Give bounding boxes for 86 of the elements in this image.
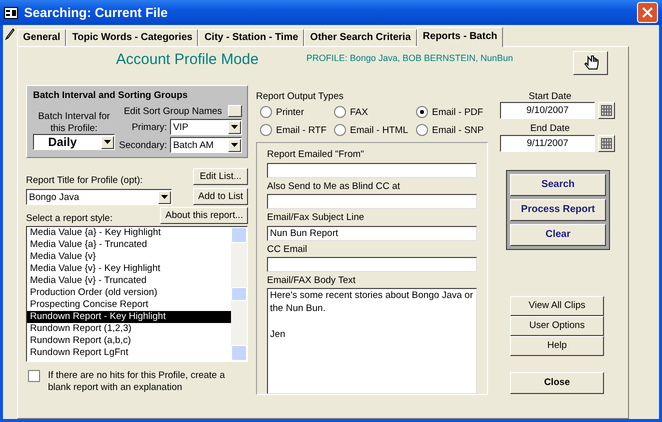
- side-button[interactable]: Help: [510, 336, 604, 356]
- profile-text: PROFILE: Bongo Java, BOB BERNSTEIN, NunBun: [306, 53, 513, 64]
- list-item[interactable]: Rundown Report (a,b,c): [27, 335, 231, 348]
- dropdown[interactable]: Daily: [33, 134, 115, 150]
- calendar-button[interactable]: [598, 102, 615, 120]
- field-label: Email/FAX Body Text: [267, 274, 357, 286]
- edit-button[interactable]: [228, 105, 242, 118]
- caret-icon: [228, 138, 242, 152]
- list-item[interactable]: Media Value {v} - Truncated: [27, 275, 231, 288]
- close-icon: [642, 7, 653, 18]
- date-field[interactable]: 9/10/2007: [500, 102, 595, 120]
- radio-option[interactable]: Email - SNP: [416, 124, 492, 136]
- list-item[interactable]: Rundown Report LgFnt: [27, 347, 231, 360]
- list-item[interactable]: Rundown Report (1,2,3): [27, 323, 231, 336]
- radio-option[interactable]: Email - PDF: [416, 106, 492, 118]
- list-item[interactable]: Media Value {a} - Key Highlight: [27, 227, 231, 240]
- radio-button[interactable]: [416, 124, 428, 136]
- hand-icon: [582, 54, 600, 72]
- input-field[interactable]: [267, 256, 477, 272]
- radio-button[interactable]: [260, 106, 272, 118]
- calendar-icon: [601, 105, 612, 116]
- caret-icon: [158, 190, 171, 204]
- field-label: CC Email: [267, 244, 308, 255]
- field-label: Email/Fax Subject Line: [267, 212, 366, 224]
- input-field[interactable]: [267, 194, 477, 210]
- tab[interactable]: Other Search Criteria: [304, 29, 417, 46]
- close-button[interactable]: [637, 2, 658, 23]
- list-item[interactable]: Production Order (old version): [27, 287, 231, 300]
- dropdown[interactable]: Bongo Java: [26, 189, 172, 206]
- action-button[interactable]: Clear: [510, 224, 606, 246]
- pencil-icon: [5, 28, 15, 40]
- add-to-list-button[interactable]: Add to List: [193, 188, 248, 206]
- list-item[interactable]: Rundown Report - Key Highlight: [27, 311, 231, 324]
- list-item[interactable]: Media Value {v} - Key Highlight: [27, 263, 231, 276]
- dropdown[interactable]: VIP: [170, 119, 242, 136]
- calendar-button[interactable]: [598, 134, 615, 152]
- date-field[interactable]: 9/11/2007: [500, 134, 595, 152]
- radio-option[interactable]: Email - HTML: [334, 124, 416, 136]
- close-form-button[interactable]: Close: [510, 372, 604, 394]
- radio-option[interactable]: Email - RTF: [260, 124, 334, 136]
- dropdown[interactable]: Batch AM: [170, 137, 242, 154]
- report-list[interactable]: [26, 226, 248, 362]
- about-button[interactable]: About this report...: [160, 207, 248, 224]
- action-button[interactable]: Search: [510, 174, 606, 196]
- radio-option[interactable]: FAX: [334, 106, 416, 118]
- field-label: Edit Sort Group Names: [124, 106, 222, 118]
- caret-icon: [100, 136, 114, 149]
- list-item[interactable]: Media Value {v}: [27, 251, 231, 264]
- radio-button[interactable]: [334, 124, 346, 136]
- field-label: Report Title for Profile (opt):: [26, 175, 144, 186]
- list-item[interactable]: Media Value {a} - Truncated: [27, 239, 231, 252]
- radio-button[interactable]: [260, 124, 272, 136]
- tab[interactable]: General: [17, 29, 66, 46]
- list-item[interactable]: Prospecting Concise Report: [27, 299, 231, 312]
- section-label: Report Output Types: [256, 91, 344, 102]
- input-field[interactable]: [267, 162, 477, 178]
- checkbox[interactable]: [28, 370, 40, 382]
- radio-button[interactable]: [334, 106, 346, 118]
- input-field[interactable]: Nun Bun Report: [267, 226, 477, 241]
- field-label: End Date: [529, 123, 571, 135]
- field-label: Also Send to Me as Blind CC at: [267, 180, 402, 192]
- side-button[interactable]: User Options: [510, 316, 604, 336]
- field-label: Primary:: [132, 122, 168, 134]
- tab[interactable]: Topic Words - Categories: [66, 29, 198, 46]
- field-label: Select a report style:: [26, 213, 113, 224]
- field-label: Start Date: [528, 91, 572, 102]
- calendar-icon: [601, 138, 612, 149]
- radio-option[interactable]: Printer: [260, 106, 334, 118]
- radio-button[interactable]: [416, 106, 428, 118]
- field-label: Secondary:: [119, 140, 168, 152]
- window-title: Searching: Current File: [24, 4, 168, 20]
- tab[interactable]: City - Station - Time: [198, 29, 304, 46]
- group-title: Batch Interval and Sorting Groups: [33, 90, 189, 102]
- caret-icon: [228, 120, 242, 134]
- mode-title: Account Profile Mode: [116, 51, 259, 69]
- pointer-button[interactable]: [573, 51, 608, 75]
- edit-list-button[interactable]: Edit List...: [193, 168, 248, 186]
- field-label: Batch Interval for this Profile:: [37, 111, 111, 134]
- checkbox-option[interactable]: If there are no hits for this Profile, create a blank report with an explanation: [26, 370, 248, 394]
- scrollbar[interactable]: [231, 227, 247, 362]
- side-button[interactable]: View All Clips: [510, 296, 604, 316]
- form-icon: [4, 6, 18, 18]
- field-label: Report Emailed "From": [267, 149, 366, 161]
- tab[interactable]: Reports - Batch: [416, 27, 504, 47]
- action-button[interactable]: Process Report: [510, 198, 606, 221]
- text-area[interactable]: Here's some recent stories about Bongo Java or the Nun Bun. Jen: [267, 288, 477, 394]
